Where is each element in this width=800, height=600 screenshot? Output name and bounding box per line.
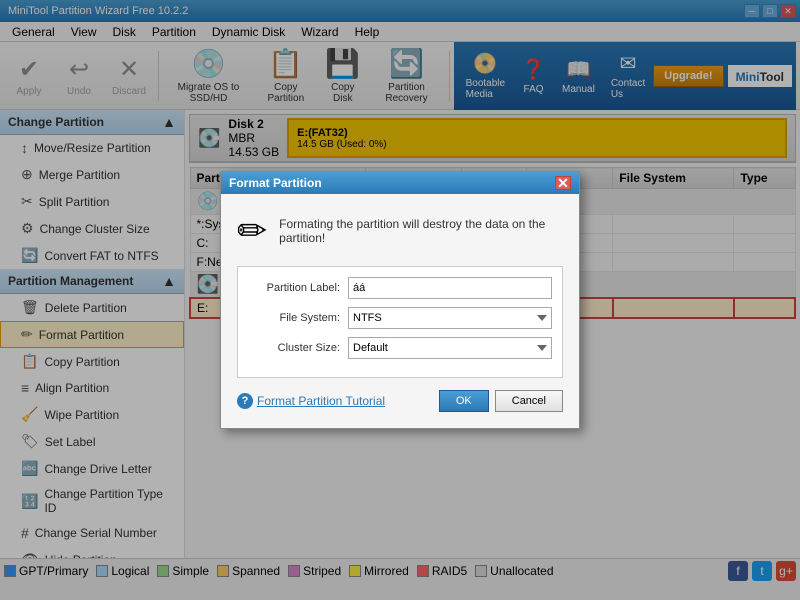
tutorial-link-label: Format Partition Tutorial — [257, 394, 385, 408]
file-system-label: File System: — [248, 312, 348, 324]
cluster-size-row: Cluster Size: Default 512 1024 2048 4096… — [248, 337, 552, 359]
partition-label-label: Partition Label: — [248, 282, 348, 294]
question-icon: ? — [237, 393, 253, 409]
dialog-warning-icon: ✏ — [237, 210, 267, 252]
format-tutorial-link[interactable]: ? Format Partition Tutorial — [237, 393, 385, 409]
partition-label-row: Partition Label: — [248, 277, 552, 299]
dialog-footer: ? Format Partition Tutorial OK Cancel — [237, 390, 563, 412]
dialog-overlay: Format Partition ✕ ✏ Formating the parti… — [0, 0, 800, 600]
dialog-warning-text: Formating the partition will destroy the… — [279, 217, 563, 245]
dialog-title: Format Partition — [229, 176, 322, 190]
file-system-select[interactable]: NTFS FAT32 FAT exFAT Ext2 Ext3 Ext4 — [348, 307, 552, 329]
ok-button[interactable]: OK — [439, 390, 489, 412]
dialog-close-button[interactable]: ✕ — [555, 176, 571, 190]
file-system-row: File System: NTFS FAT32 FAT exFAT Ext2 E… — [248, 307, 552, 329]
dialog-body: ✏ Formating the partition will destroy t… — [221, 194, 579, 428]
cluster-size-select[interactable]: Default 512 1024 2048 4096 8192 — [348, 337, 552, 359]
dialog-form: Partition Label: File System: NTFS FAT32… — [237, 266, 563, 378]
cluster-size-label: Cluster Size: — [248, 342, 348, 354]
partition-label-input[interactable] — [348, 277, 552, 299]
format-partition-dialog: Format Partition ✕ ✏ Formating the parti… — [220, 171, 580, 429]
cancel-button[interactable]: Cancel — [495, 390, 563, 412]
dialog-warning: ✏ Formating the partition will destroy t… — [237, 210, 563, 252]
dialog-title-bar: Format Partition ✕ — [221, 172, 579, 194]
dialog-buttons: OK Cancel — [439, 390, 563, 412]
